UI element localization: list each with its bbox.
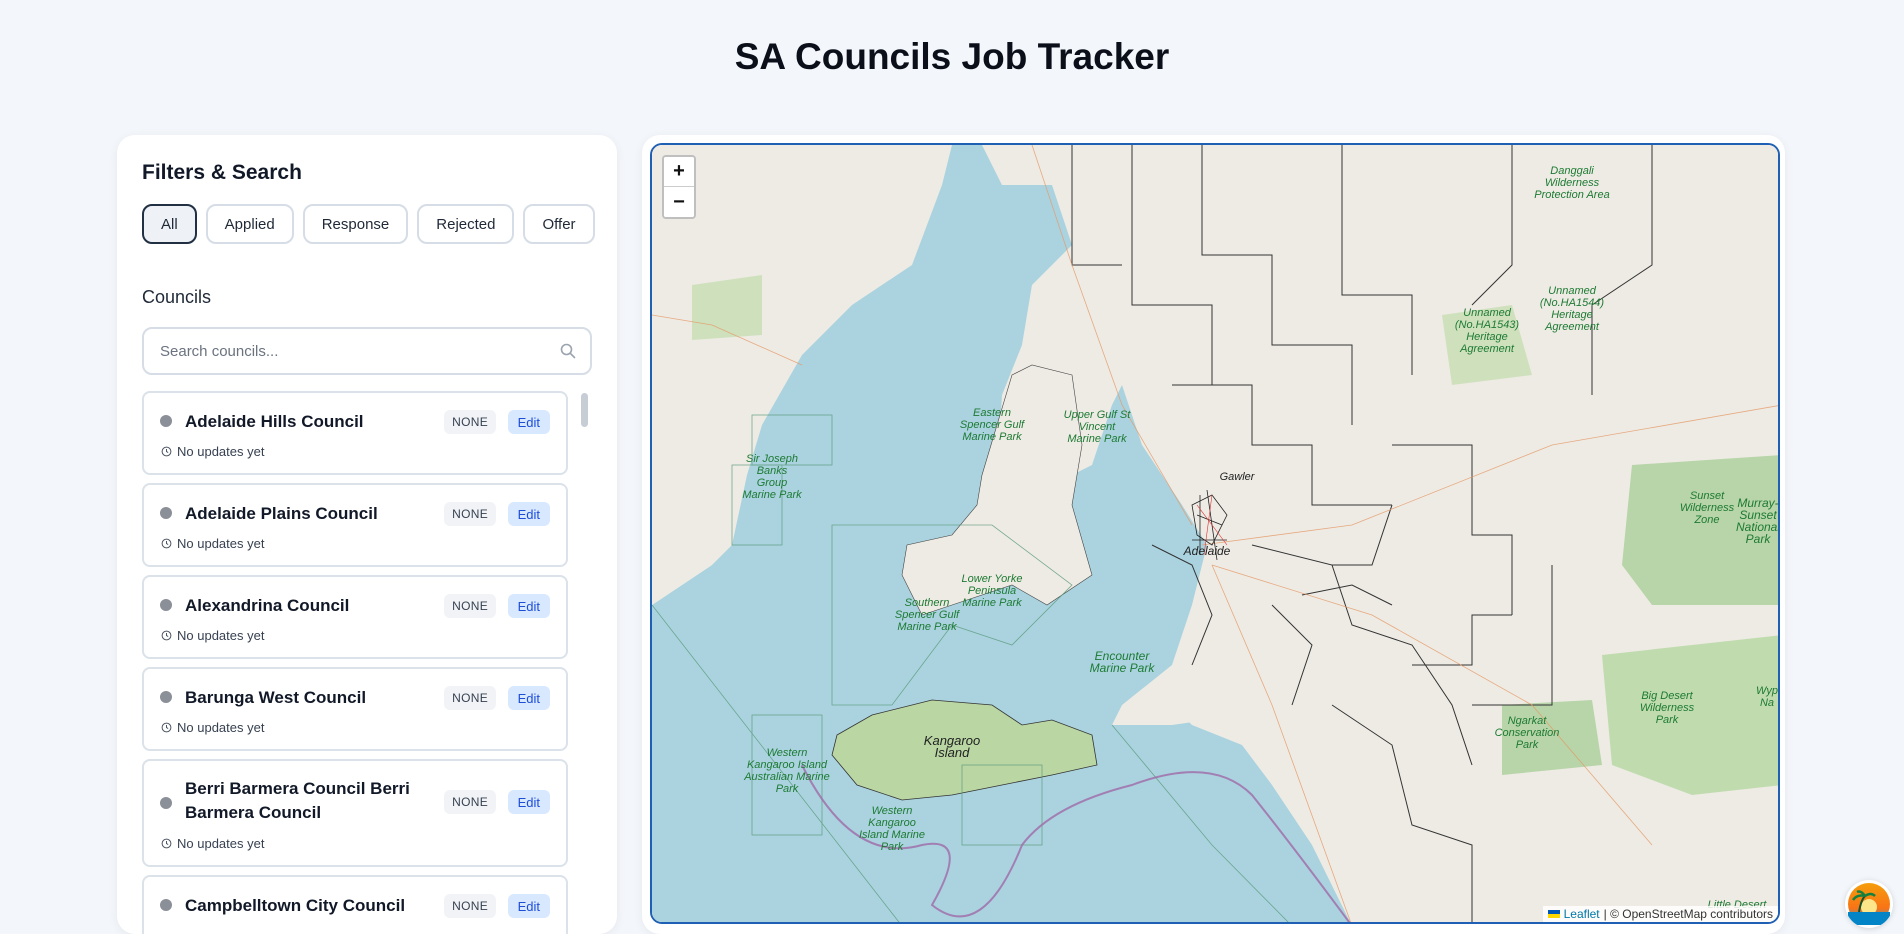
leaflet-link[interactable]: Leaflet [1564,907,1600,921]
clock-icon [161,538,172,549]
map-label: Kangaroo Island [923,733,981,760]
map-tiles[interactable] [652,145,1780,924]
osm-attribution: | © OpenStreetMap contributors [1603,907,1773,921]
last-updated: No updates yet [161,836,264,851]
status-badge: NONE [444,594,496,618]
council-card[interactable]: Barunga West Council NONE Edit No update… [142,667,568,751]
clock-icon [161,630,172,641]
council-card[interactable]: Adelaide Hills Council NONE Edit No upda… [142,391,568,475]
council-list-scrollbar[interactable] [580,391,590,934]
last-updated: No updates yet [161,444,264,459]
status-badge: NONE [444,502,496,526]
last-updated: No updates yet [161,628,264,643]
status-badge: NONE [444,410,496,434]
clock-icon [161,838,172,849]
map-label: Danggali Wilderness Protection Area [1534,165,1610,201]
council-name: Campbelltown City Council [185,896,406,915]
council-card[interactable]: Berri Barmera Council Berri Barmera Coun… [142,759,568,867]
filter-rejected-button[interactable]: Rejected [417,204,515,244]
last-updated-text: No updates yet [177,444,265,459]
filter-applied-button[interactable]: Applied [205,204,294,244]
council-name: Adelaide Hills Council [185,412,364,431]
status-dot [160,797,172,809]
map-label: Unnamed (No.HA1543) Heritage Agreement [1454,307,1520,355]
status-filter-group: All Applied Response Rejected Offer [142,204,595,244]
edit-button[interactable]: Edit [507,502,550,526]
status-badge: NONE [444,686,496,710]
clock-icon [161,722,172,733]
council-card[interactable]: Adelaide Plains Council NONE Edit No upd… [142,483,568,567]
edit-button[interactable]: Edit [507,410,550,434]
council-name: Alexandrina Council [185,596,350,615]
status-dot [160,415,172,427]
map-label: Unnamed (No.HA1544) Heritage Agreement [1539,285,1605,333]
last-updated: No updates yet [161,536,264,551]
last-updated-text: No updates yet [177,628,265,643]
map-label: Upper Gulf St Vincent Marine Park [1063,409,1131,445]
map-label: Eastern Spencer Gulf Marine Park [959,407,1025,443]
status-badge: NONE [444,894,496,918]
council-card[interactable]: Campbelltown City Council NONE Edit [142,875,568,934]
scrollbar-thumb[interactable] [581,393,588,427]
search-icon[interactable] [559,342,577,360]
edit-button[interactable]: Edit [507,594,550,618]
map-label: Big Desert Wilderness Park [1639,690,1695,726]
filter-offer-button[interactable]: Offer [523,204,595,244]
status-dot [160,599,172,611]
zoom-out-button[interactable]: − [664,187,694,217]
edit-button[interactable]: Edit [507,790,550,814]
sunset-island-icon [1848,883,1890,925]
council-search-box [142,327,592,375]
map-label: Sir Joseph Banks Group Marine Park [742,453,802,501]
zoom-in-button[interactable]: + [664,157,694,187]
map-label: Southern Spencer Gulf Marine Park [894,597,960,633]
council-map[interactable]: + − Kangaroo Island Encounter Marine Par… [650,143,1780,924]
zoom-control: + − [662,155,696,219]
council-name: Adelaide Plains Council [185,504,378,523]
status-dot [160,507,172,519]
council-name: Barunga West Council [185,688,367,707]
map-label: Sunset Wilderness Zone [1679,490,1735,526]
page-title: SA Councils Job Tracker [734,36,1170,77]
map-attribution: Leaflet | © OpenStreetMap contributors [1542,906,1778,922]
last-updated-text: No updates yet [177,536,265,551]
map-label: Lower Yorke Peninsula Marine Park [961,573,1023,609]
filter-all-button[interactable]: All [142,204,197,244]
filters-title: Filters & Search [142,161,302,184]
map-label: Wyp Na [1756,685,1778,709]
map-label: Encounter Marine Park [1089,649,1155,675]
assistant-avatar-button[interactable] [1845,880,1893,928]
council-card[interactable]: Alexandrina Council NONE Edit No updates… [142,575,568,659]
ukraine-flag-icon [1547,910,1560,918]
council-name: Berri Barmera Council Berri Barmera Coun… [185,779,410,822]
filters-panel: Filters & Search All Applied Response Re… [117,135,617,934]
last-updated-text: No updates yet [177,836,265,851]
last-updated: No updates yet [161,720,264,735]
map-label: Ngarkat Conservation Park [1494,715,1560,751]
map-label: Gawler [1219,471,1255,483]
last-updated-text: No updates yet [177,720,265,735]
map-label: Western Kangaroo Island Marine Park [858,805,926,853]
clock-icon [161,446,172,457]
map-label: Western Kangaroo Island Australian Marin… [744,747,830,795]
status-badge: NONE [444,790,496,814]
status-dot [160,899,172,911]
map-label: Murray-Sunset National Park [1735,496,1780,546]
edit-button[interactable]: Edit [507,686,550,710]
council-search-input[interactable] [144,329,544,373]
edit-button[interactable]: Edit [507,894,550,918]
map-label: Adelaide [1183,544,1231,558]
councils-heading: Councils [142,287,212,307]
council-list: Adelaide Hills Council NONE Edit No upda… [142,391,572,934]
filter-response-button[interactable]: Response [302,204,409,244]
status-dot [160,691,172,703]
